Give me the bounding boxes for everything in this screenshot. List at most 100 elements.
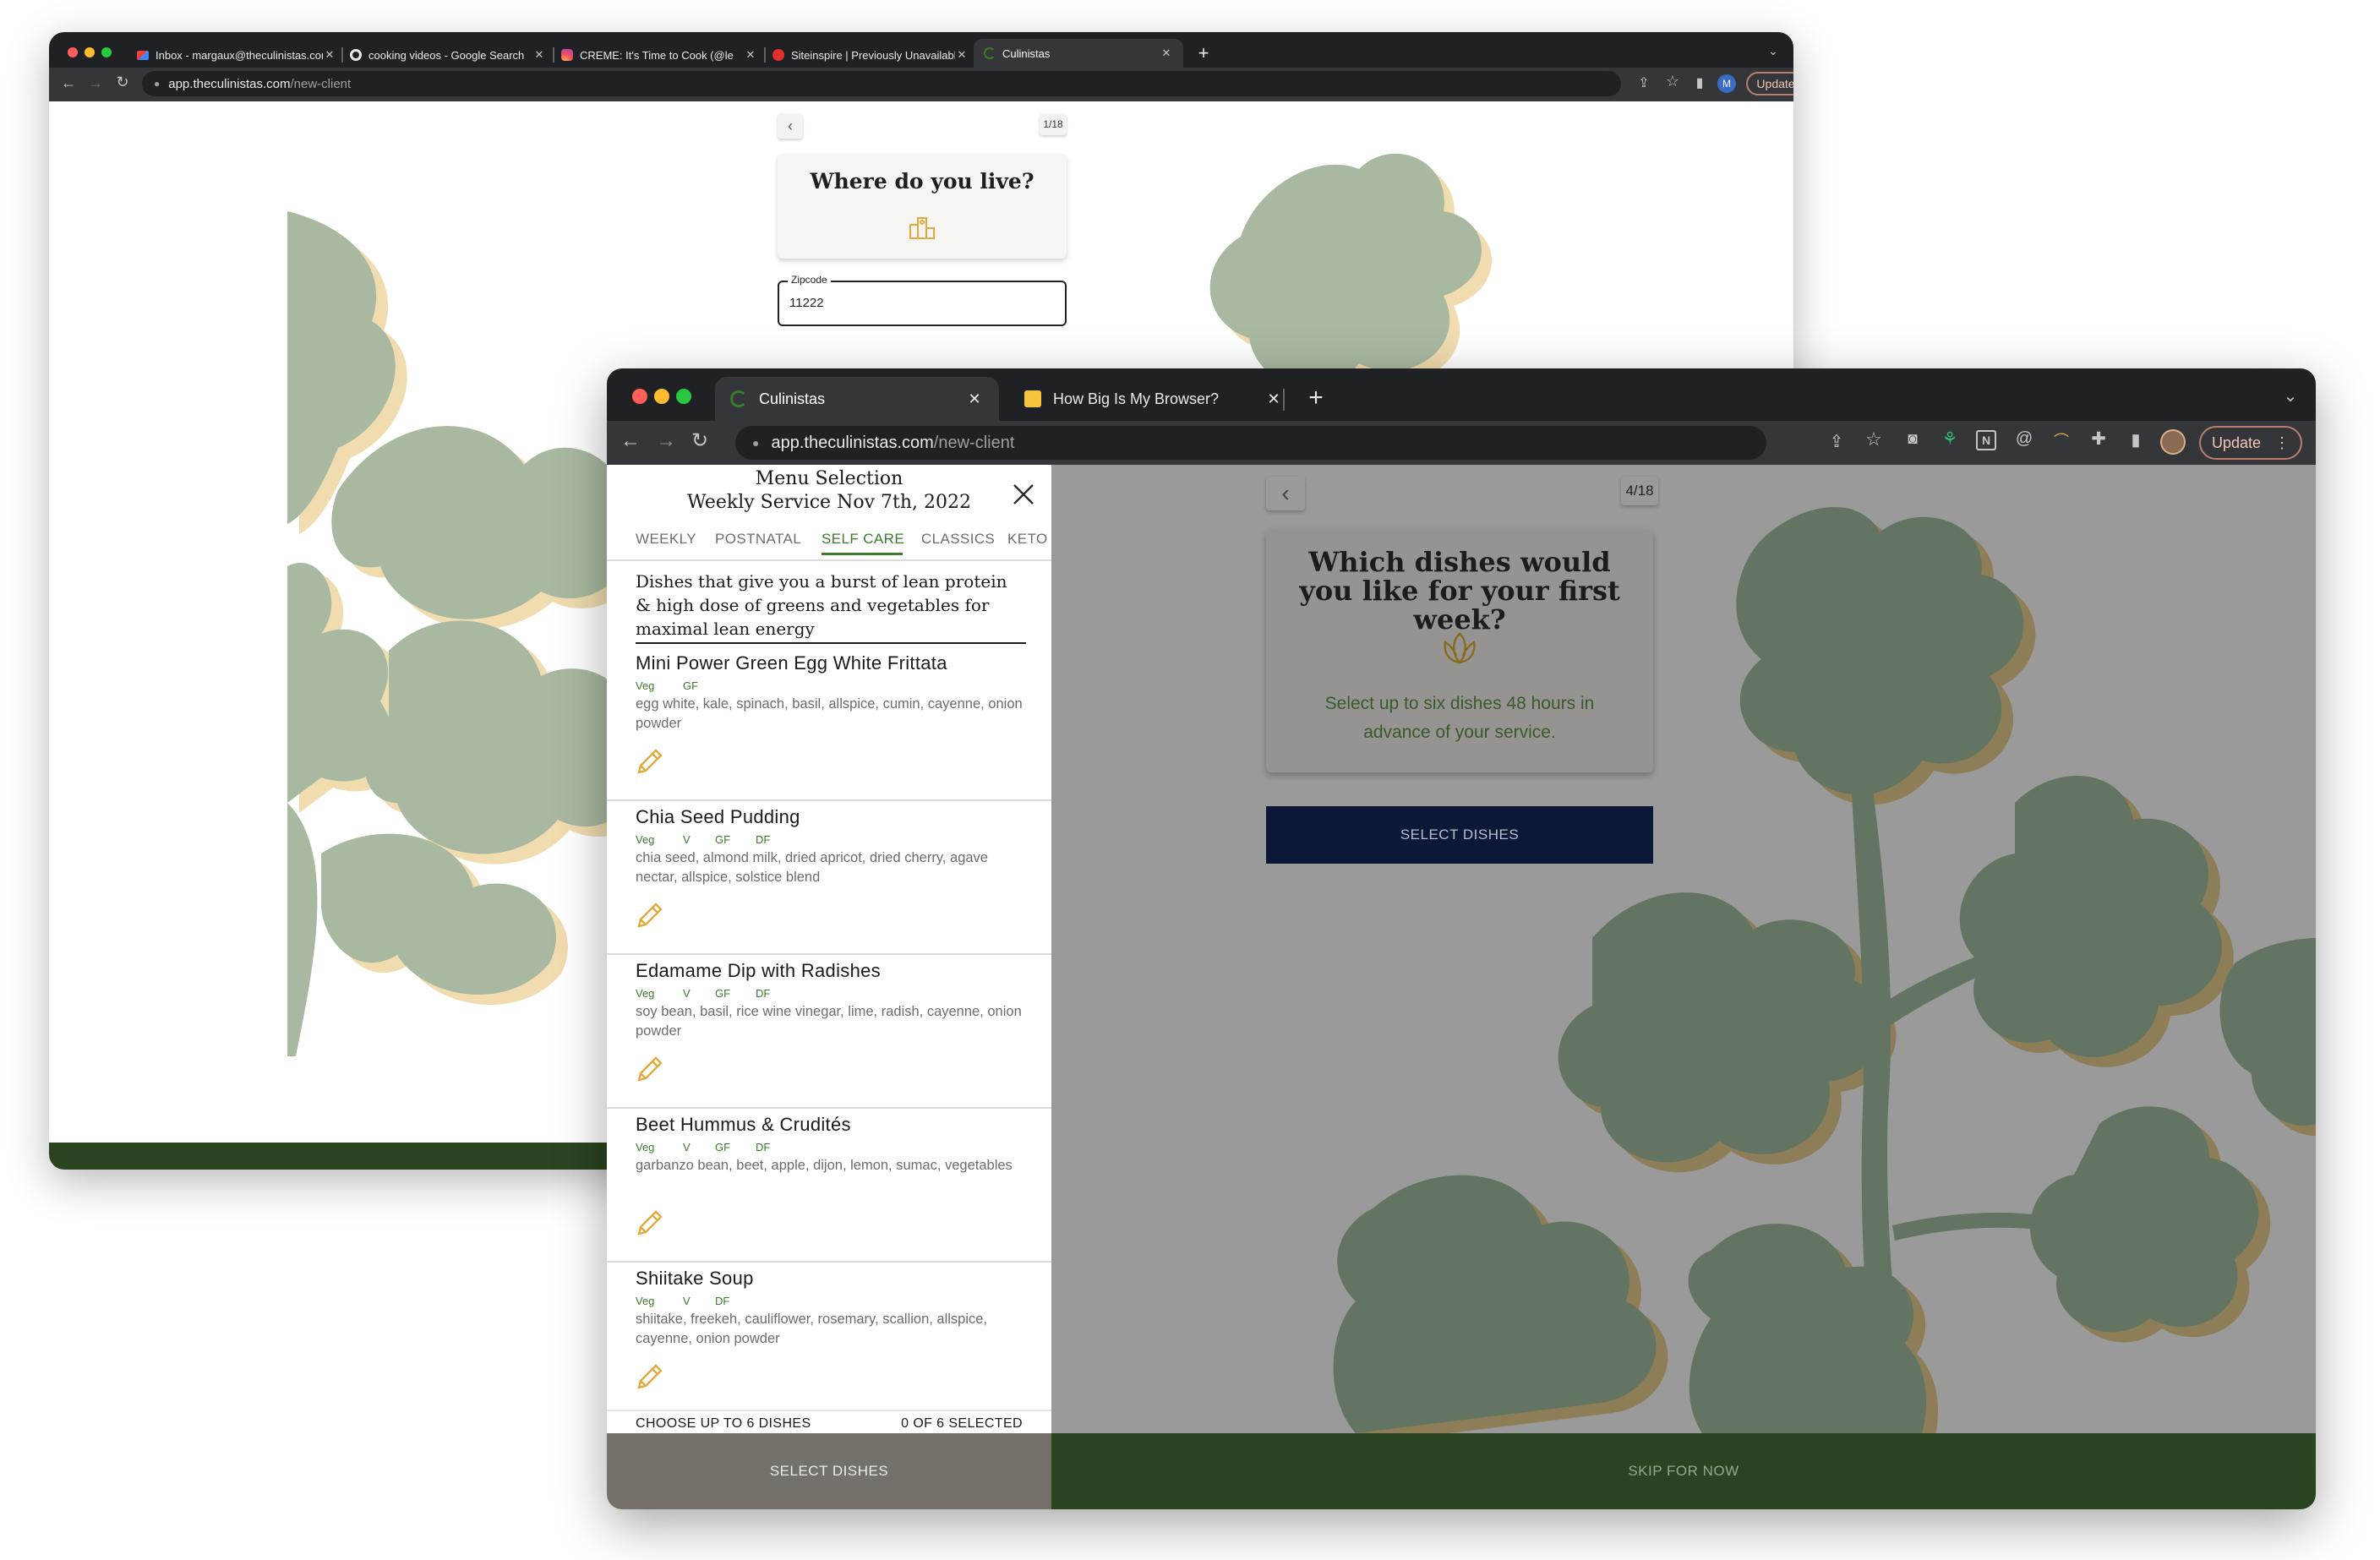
dish-card[interactable]: Shiitake Soup Veg V DF shiitake, freekeh… — [607, 1263, 1051, 1416]
close-tab-icon[interactable]: ✕ — [965, 390, 984, 408]
pencil-edit-icon[interactable] — [636, 1208, 664, 1237]
bookmark-star-icon[interactable]: ☆ — [1863, 428, 1885, 450]
tab-classics[interactable]: CLASSICS — [921, 531, 995, 548]
dish-tag: DF — [756, 833, 771, 846]
select-dishes-label: SELECT DISHES — [1400, 826, 1520, 843]
lock-icon: ● — [154, 78, 161, 90]
update-label: Update — [1756, 77, 1793, 90]
back-button[interactable]: ‹ — [778, 113, 803, 139]
reload-icon[interactable]: ↻ — [113, 74, 132, 91]
close-tab-icon[interactable]: ✕ — [744, 48, 757, 62]
bookmark-star-icon[interactable]: ☆ — [1663, 73, 1682, 90]
close-tab-icon[interactable]: ✕ — [955, 48, 969, 62]
close-tab-icon[interactable]: ✕ — [1264, 390, 1283, 408]
tab-keto[interactable]: KETO — [1007, 531, 1048, 548]
browser-tab[interactable]: cooking videos - Google Search ✕ — [350, 42, 546, 68]
minimize-window-button[interactable] — [654, 389, 669, 404]
side-panel-icon[interactable]: ▮ — [2125, 429, 2147, 450]
zipcode-field[interactable]: Zipcode 11222 — [778, 274, 1067, 326]
back-button[interactable]: ‹ — [1266, 477, 1305, 510]
zoom-window-button[interactable] — [676, 389, 691, 404]
google-icon — [350, 49, 362, 61]
browser-tab[interactable]: How Big Is My Browser? ✕ — [1014, 377, 1293, 421]
tab-separator — [764, 47, 766, 63]
dish-card[interactable]: Beet Hummus & Crudités Veg V GF DF garba… — [607, 1109, 1051, 1263]
url-host: app.theculinistas.com — [771, 433, 934, 452]
camera-extension-icon[interactable]: ◙ — [1902, 430, 1924, 449]
active-tab-indicator — [822, 553, 903, 555]
new-tab-button[interactable]: + — [1193, 42, 1214, 64]
zoom-window-button[interactable] — [101, 47, 112, 57]
panel-subtitle: Weekly Service Nov 7th, 2022 — [687, 492, 971, 513]
tabs-divider — [607, 559, 1051, 561]
share-icon[interactable]: ⇪ — [1635, 74, 1653, 91]
plant-extension-icon[interactable]: ⚘ — [1939, 428, 1961, 450]
location-building-icon — [909, 217, 935, 239]
pencil-edit-icon[interactable] — [636, 747, 664, 776]
close-icon[interactable] — [1013, 483, 1034, 505]
browser-tab[interactable]: CREME: It's Time to Cook (@le ✕ — [561, 42, 757, 68]
dish-tag: DF — [756, 1141, 771, 1154]
puzzle-extensions-icon[interactable]: ✚ — [2088, 428, 2110, 450]
select-dishes-button-main[interactable]: SELECT DISHES — [1266, 806, 1653, 864]
dish-tag: DF — [756, 987, 771, 1000]
dish-tag: GF — [715, 1141, 731, 1154]
close-tab-icon[interactable]: ✕ — [1160, 46, 1173, 60]
tab-postnatal[interactable]: POSTNATAL — [715, 531, 801, 548]
forward-arrow-icon[interactable]: → — [654, 429, 678, 453]
side-panel-icon[interactable]: ▮ — [1690, 74, 1709, 91]
rainbow-extension-icon[interactable]: ⌒ — [2050, 429, 2072, 451]
minimize-window-button[interactable] — [85, 47, 95, 57]
reload-icon[interactable]: ↻ — [688, 428, 712, 453]
tab-search-chevron-icon[interactable]: ⌄ — [2280, 385, 2301, 406]
address-bar[interactable]: ● app.theculinistas.com/new-client — [142, 71, 1621, 96]
browser-tab[interactable]: Siteinspire | Previously Unavailable ✕ — [772, 42, 969, 68]
tab-self-care[interactable]: SELF CARE — [822, 531, 904, 548]
back-arrow-icon[interactable]: ← — [59, 74, 78, 92]
pencil-edit-icon[interactable] — [636, 1055, 664, 1083]
panel-select-dishes-button[interactable]: SELECT DISHES — [607, 1433, 1051, 1509]
new-tab-button[interactable]: + — [1303, 384, 1329, 412]
share-icon[interactable]: ⇪ — [1826, 431, 1848, 452]
update-chrome-button[interactable]: Update⋮ — [1746, 72, 1793, 95]
notion-extension-icon[interactable]: N — [1976, 430, 1996, 450]
browser-tab-active[interactable]: Culinistas ✕ — [715, 377, 999, 421]
profile-avatar-icon[interactable]: M — [1717, 74, 1736, 93]
update-chrome-button[interactable]: Update ⋮ — [2199, 426, 2302, 460]
pencil-edit-icon[interactable] — [636, 901, 664, 930]
choose-limit-text: CHOOSE UP TO 6 DISHES — [636, 1416, 811, 1431]
zipcode-label: Zipcode — [788, 274, 831, 286]
dish-tag: V — [683, 1295, 691, 1307]
back-arrow-icon[interactable]: ← — [619, 429, 642, 453]
close-window-button[interactable] — [632, 389, 647, 404]
browser-tab[interactable]: Inbox - margaux@theculinistas.com ✕ — [137, 42, 336, 68]
culinistas-icon — [984, 47, 996, 59]
dish-card[interactable]: Edamame Dip with Radishes Veg V GF DF so… — [607, 955, 1051, 1109]
dish-ingredients: chia seed, almond milk, dried apricot, d… — [636, 850, 988, 885]
skip-for-now-button[interactable]: SKIP FOR NOW — [1051, 1433, 2316, 1509]
browser-size-icon — [1024, 390, 1041, 407]
pencil-edit-icon[interactable] — [636, 1362, 664, 1391]
kebab-menu-icon: ⋮ — [2274, 434, 2290, 451]
tab-label: cooking videos - Google Search — [368, 48, 525, 62]
dish-ingredients: shiitake, freekeh, cauliflower, rosemary… — [636, 1312, 988, 1346]
url-path: /new-client — [933, 433, 1015, 452]
update-label: Update — [2211, 434, 2262, 451]
tab-weekly[interactable]: WEEKLY — [636, 531, 696, 548]
step-counter-text: 1/18 — [1043, 118, 1063, 130]
tab-separator — [1283, 389, 1285, 411]
close-tab-icon[interactable]: ✕ — [323, 48, 336, 62]
close-tab-icon[interactable]: ✕ — [532, 48, 546, 62]
tab-search-chevron-icon[interactable]: ⌄ — [1765, 44, 1782, 58]
browser-tab-active[interactable]: Culinistas ✕ — [974, 39, 1183, 68]
profile-avatar-icon[interactable] — [2160, 429, 2186, 455]
dish-name: Shiitake Soup — [636, 1268, 754, 1289]
close-window-button[interactable] — [68, 47, 78, 57]
address-bar[interactable]: ● app.theculinistas.com/new-client — [735, 426, 1766, 460]
dish-name: Mini Power Green Egg White Frittata — [636, 652, 947, 674]
dish-card[interactable]: Chia Seed Pudding Veg V GF DF chia seed,… — [607, 801, 1051, 955]
dish-card[interactable]: Mini Power Green Egg White Frittata Veg … — [607, 647, 1051, 801]
at-extension-icon[interactable]: @ — [2013, 429, 2035, 449]
tab-label: CREME: It's Time to Cook (@le — [580, 48, 734, 62]
forward-arrow-icon[interactable]: → — [86, 74, 105, 92]
